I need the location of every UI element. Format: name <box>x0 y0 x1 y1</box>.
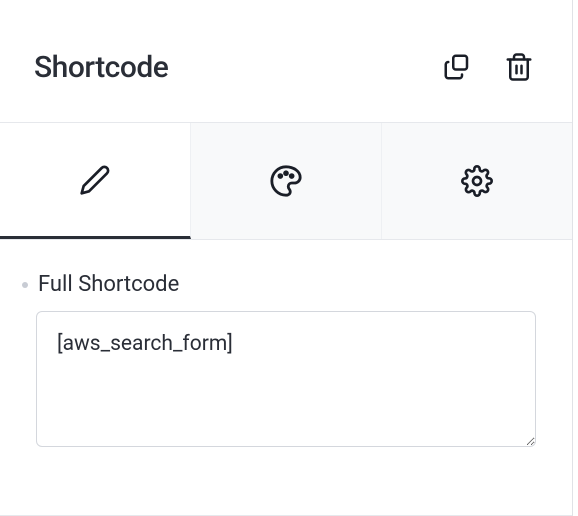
header-actions <box>438 48 538 86</box>
tab-style[interactable] <box>191 123 382 239</box>
field-label: Full Shortcode <box>38 272 179 297</box>
copy-icon <box>442 52 472 82</box>
tabs <box>0 123 572 240</box>
gear-icon <box>461 165 493 197</box>
tab-settings[interactable] <box>382 123 572 239</box>
shortcode-panel: Shortcode <box>0 0 573 516</box>
panel-title: Shortcode <box>34 50 168 85</box>
panel-header: Shortcode <box>0 0 572 123</box>
pencil-icon <box>79 164 111 196</box>
trash-icon <box>504 52 534 82</box>
palette-icon <box>269 164 303 198</box>
copy-button[interactable] <box>438 48 476 86</box>
content-area: Full Shortcode <box>0 240 572 515</box>
shortcode-input[interactable] <box>36 311 536 447</box>
bullet-icon <box>22 282 28 288</box>
delete-button[interactable] <box>500 48 538 86</box>
shortcode-field-group: Full Shortcode <box>36 272 536 447</box>
tab-edit[interactable] <box>0 123 191 239</box>
field-label-row: Full Shortcode <box>36 272 536 297</box>
